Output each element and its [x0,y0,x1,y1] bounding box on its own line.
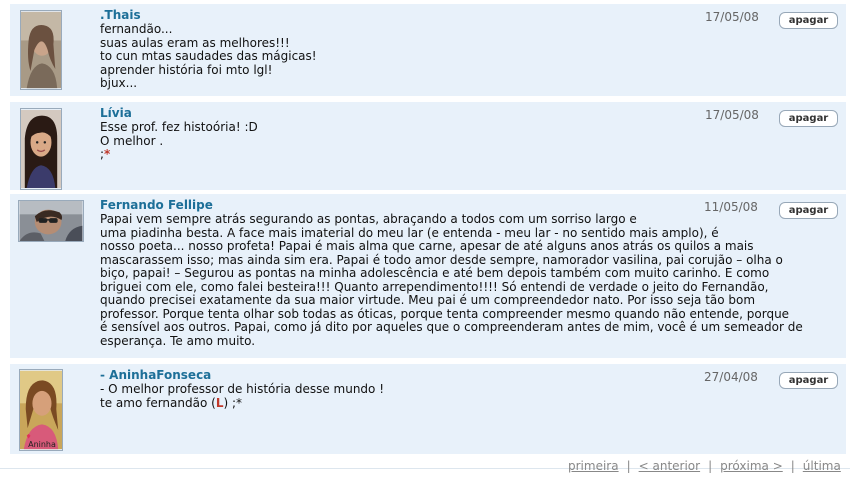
profile-photo-icon [20,370,62,450]
scrap-message: fernandão... suas aulas eram as melhores… [100,22,317,90]
delete-button[interactable]: apagar [779,202,838,219]
pagination: primeira | < anterior | próxima > | última [568,459,841,473]
author-name-link[interactable]: - AninhaFonseca [100,368,384,382]
scrap-date: 17/05/08 [705,108,759,122]
avatar[interactable] [20,10,62,90]
previous-page-link[interactable]: < anterior [639,459,700,473]
delete-button[interactable]: apagar [779,372,838,389]
delete-button[interactable]: apagar [779,110,838,127]
scrap-message: - O melhor professor de história desse m… [100,382,385,411]
scrap-message-line: - O melhor professor de história desse m… [100,382,385,396]
profile-photo-icon [21,109,61,189]
scrap-item: Aninha - AninhaFonseca - O melhor profes… [10,364,846,454]
scrap-date: 11/05/08 [704,200,758,214]
scrap-message: Papai vem sempre atrás segurando as pont… [100,212,803,348]
delete-button[interactable]: apagar [779,12,838,29]
author-name-link[interactable]: Fernando Fellipe [100,198,803,212]
author-name-link[interactable]: Lívia [100,106,258,120]
separator: | [708,459,713,473]
scrap-message-text: Esse prof. fez histoória! :D O melhor . … [100,120,258,161]
message-text: ) ;* [223,395,243,410]
avatar-caption: Aninha [28,440,56,449]
scrap-date: 17/05/08 [705,10,759,24]
author-name-link[interactable]: .Thais [100,8,317,22]
avatar[interactable]: Aninha [19,369,63,451]
separator: | [790,459,795,473]
separator: | [626,459,631,473]
first-page-link[interactable]: primeira [568,459,619,473]
last-page-link[interactable]: última [803,459,841,473]
avatar[interactable] [18,200,84,242]
kiss-emote: * [104,147,111,161]
scrap-message-line: te amo fernandão (L) ;* [100,395,384,411]
next-page-link[interactable]: próxima > [720,459,783,473]
scrap-message: Esse prof. fez histoória! :D O melhor . … [100,120,258,162]
profile-photo-icon [19,201,83,241]
scrap-date: 27/04/08 [704,370,758,384]
scrap-item: .Thais fernandão... suas aulas eram as m… [10,4,846,96]
message-text: te amo fernandão ( [100,395,216,410]
avatar[interactable] [20,108,62,190]
scrap-item: Lívia Esse prof. fez histoória! :D O mel… [10,102,846,190]
profile-photo-icon [21,11,61,89]
scrap-item: Fernando Fellipe Papai vem sempre atrás … [10,194,846,358]
